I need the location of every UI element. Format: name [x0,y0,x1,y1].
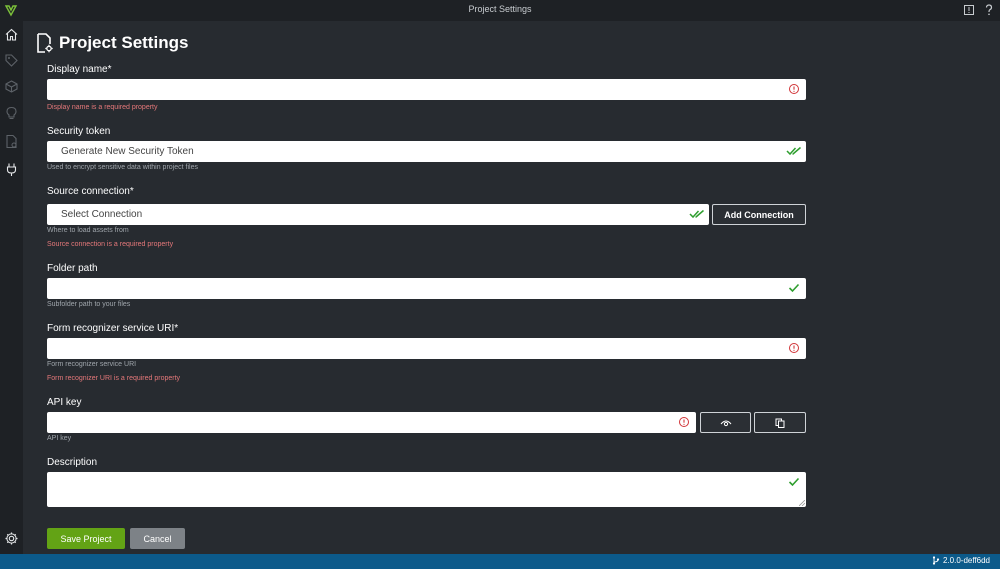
version-text: 2.0.0-deff6dd [942,556,990,565]
source-connection-select[interactable]: Select Connection [47,204,709,225]
settings-gear-icon[interactable] [4,531,19,546]
document-settings-icon [37,33,53,53]
source-connection-value: Select Connection [61,209,143,220]
show-api-key-button[interactable] [700,412,751,433]
api-key-help: API key [47,435,72,442]
copy-icon [775,418,785,428]
security-token-value: Generate New Security Token [61,146,194,157]
window-title: Project Settings [468,4,532,14]
security-token-select[interactable]: Generate New Security Token [47,141,806,162]
form-recognizer-uri-error: Form recognizer URI is a required proper… [47,375,181,382]
git-branch-icon [932,556,940,565]
error-circle-icon [679,417,689,427]
plug-icon[interactable] [4,162,19,177]
copy-api-key-button[interactable] [754,412,806,433]
lightbulb-icon[interactable] [4,105,19,120]
save-project-button[interactable]: Save Project [47,528,125,549]
double-checkmark-icon [689,209,704,219]
display-name-error: Display name is a required property [47,104,158,111]
status-bar: 2.0.0-deff6dd [0,554,1000,569]
title-bar: Project Settings [0,0,1000,21]
cancel-button[interactable]: Cancel [130,528,185,549]
display-name-input[interactable] [47,79,806,100]
folder-path-help: Subfolder path to your files [47,301,131,308]
description-textarea[interactable] [47,472,806,507]
resize-handle-icon[interactable] [799,500,805,506]
page-title: Project Settings [36,32,188,54]
double-checkmark-icon [786,146,801,156]
form-recognizer-uri-label: Form recognizer service URI* [47,323,179,334]
error-circle-icon [789,84,799,94]
folder-path-input[interactable] [47,278,806,299]
model-icon[interactable] [4,79,19,94]
help-icon[interactable] [982,3,996,17]
folder-path-label: Folder path [47,263,98,274]
document-settings-icon[interactable] [4,134,19,149]
version-indicator: 2.0.0-deff6dd [932,556,990,565]
eye-icon [720,420,731,426]
add-connection-button[interactable]: Add Connection [712,204,806,225]
api-key-label: API key [47,397,82,408]
error-circle-icon [789,343,799,353]
sidebar [0,21,23,554]
source-connection-label: Source connection* [47,186,134,197]
security-token-label: Security token [47,126,111,137]
form-recognizer-uri-help: Form recognizer service URI [47,361,137,368]
home-icon[interactable] [4,27,19,42]
description-label: Description [47,457,98,468]
form-recognizer-uri-input[interactable] [47,338,806,359]
display-name-label: Display name* [47,64,112,75]
help-panel-icon[interactable] [962,3,976,17]
tag-icon[interactable] [4,53,19,68]
api-key-input[interactable] [47,412,696,433]
page-title-text: Project Settings [59,33,189,52]
checkmark-icon [788,283,800,293]
security-token-help: Used to encrypt sensitive data within pr… [47,164,198,171]
source-connection-help: Where to load assets from [47,227,129,234]
source-connection-error: Source connection is a required property [47,241,174,248]
project-settings-panel: Project Settings Display name* Display n… [23,21,1000,554]
checkmark-icon [788,477,800,487]
